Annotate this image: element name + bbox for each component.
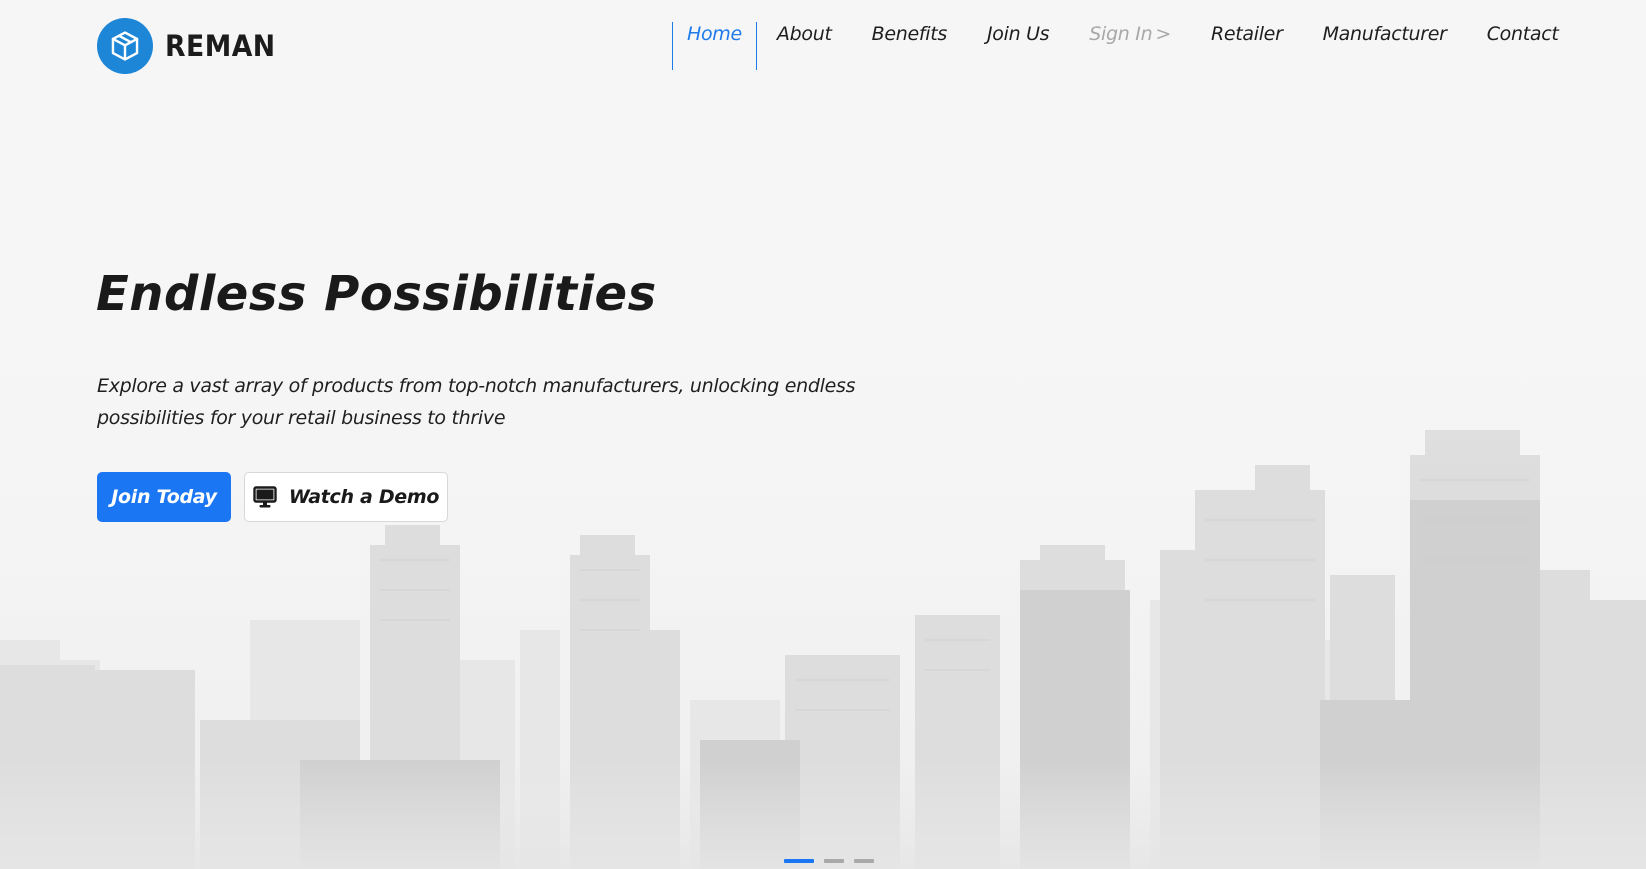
nav-item-join-us[interactable]: Join Us: [967, 22, 1069, 70]
city-skyline-background: [0, 0, 1646, 869]
hero-title: Endless Possibilities: [96, 266, 657, 322]
carousel-indicator-2[interactable]: [824, 859, 844, 863]
nav-item-benefits[interactable]: Benefits: [852, 22, 967, 70]
watch-demo-button[interactable]: Watch a Demo: [244, 472, 448, 522]
nav-item-sign-in-label: Sign In: [1089, 23, 1153, 45]
carousel-indicator-3[interactable]: [854, 859, 874, 863]
hero-subtitle: Explore a vast array of products from to…: [97, 375, 856, 429]
nav-item-about[interactable]: About: [757, 22, 852, 70]
brand-name: REMAN: [165, 29, 276, 63]
main-nav: Home About Benefits Join Us Sign In > Ret…: [672, 22, 1579, 70]
monitor-icon: [253, 486, 277, 508]
nav-item-sign-in[interactable]: Sign In >: [1069, 22, 1191, 70]
nav-item-home[interactable]: Home: [672, 22, 757, 70]
landing-page: REMAN Home About Benefits Join Us Sign I…: [0, 0, 1646, 869]
watch-demo-label: Watch a Demo: [288, 486, 440, 508]
cube-icon: [97, 18, 153, 74]
carousel-indicators: [784, 859, 874, 863]
chevron-right-icon: >: [1155, 23, 1171, 45]
brand-logo[interactable]: REMAN: [97, 18, 285, 74]
nav-item-contact[interactable]: Contact: [1467, 22, 1579, 70]
site-header: REMAN Home About Benefits Join Us Sign I…: [0, 0, 1646, 96]
join-today-button[interactable]: Join Today: [97, 472, 231, 522]
nav-item-retailer[interactable]: Retailer: [1191, 22, 1303, 70]
nav-item-manufacturer[interactable]: Manufacturer: [1303, 22, 1467, 70]
carousel-indicator-1[interactable]: [784, 859, 814, 863]
